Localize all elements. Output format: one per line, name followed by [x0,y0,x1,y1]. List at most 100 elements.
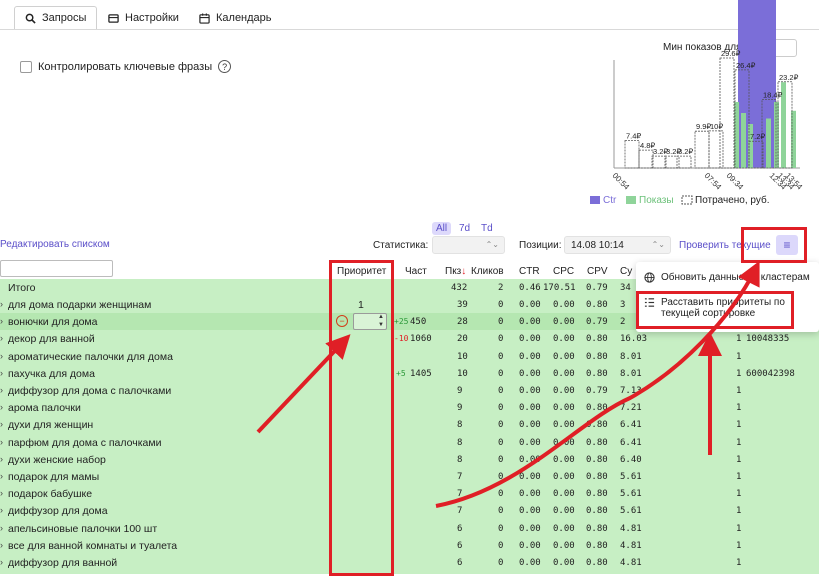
table-row[interactable]: › все для ванной комнаты и туалета 6 0 0.00 0… [0,537,819,554]
row-ctr: 0.00 [519,524,541,534]
expand-chevron-icon[interactable]: › [0,471,3,481]
period-all[interactable]: All [432,222,452,235]
row-cpv: 0.80 [586,403,608,413]
row-sum: 6.41 [620,438,642,448]
expand-chevron-icon[interactable]: › [0,385,3,395]
period-7d[interactable]: 7d [455,222,474,235]
row-clicks: 0 [498,420,504,430]
table-row[interactable]: › ароматические палочки для дома 10 0 0.00 0.… [0,348,819,365]
table-row[interactable]: › диффузор для дома с палочками 9 0 0.00 0.00… [0,382,819,399]
total-sum: 34 [620,283,631,293]
expand-chevron-icon[interactable]: › [0,437,3,447]
sort-desc-icon: ↓ [461,266,467,277]
expand-chevron-icon[interactable]: › [0,316,3,326]
row-ctr: 0.00 [519,455,541,465]
header-ctr[interactable]: CTR [519,266,540,277]
spent-bar [708,130,724,169]
row-shows: 10 [457,369,468,379]
row-keyword: диффузор для дома с палочками [8,385,172,397]
table-row[interactable]: › духи женские набор 8 0 0.00 0.00 0.80 6.40 1 [0,451,819,468]
table-row[interactable]: › подарок бабушке 7 0 0.00 0.00 0.80 5.61 1 [0,485,819,502]
expand-chevron-icon[interactable]: › [0,557,3,567]
row-keyword: парфюм для дома с палочками [8,437,162,449]
table-row[interactable]: › подарок для мамы 7 0 0.00 0.00 0.80 5.61 1 [0,468,819,485]
expand-chevron-icon[interactable]: › [0,540,3,550]
row-shows: 6 [457,524,463,534]
header-cpc[interactable]: CPC [553,266,574,277]
select-chevron-icon: ⌃⌄ [651,240,665,249]
row-clicks: 0 [498,489,504,499]
row-cpv: 0.80 [586,334,608,344]
expand-chevron-icon[interactable]: › [0,402,3,412]
header-cpv[interactable]: CPV [587,266,608,277]
table-row[interactable]: › диффузор для дома 7 0 0.00 0.00 0.80 5.61 1 [0,502,819,519]
annotation-priority-column-box [329,260,394,576]
stats-chart: 7.4₽4.8₽3.2₽3.2₽3.2₽9.9₽10₽29.6₽26.4₽18.… [590,0,805,206]
positions-select[interactable]: 14.08 10:14 ⌃⌄ [564,236,671,254]
expand-chevron-icon[interactable]: › [0,419,3,429]
globe-icon [644,272,655,283]
row-position: 1 [736,386,742,396]
row-keyword: ароматические палочки для дома [8,351,173,363]
period-td[interactable]: Td [477,222,497,235]
row-sum: 6.41 [620,420,642,430]
menu-item-refresh-clusters[interactable]: Обновить данные по кластерам [644,272,810,283]
row-position: 1 [736,558,742,568]
header-clicks[interactable]: Кликов [471,266,504,277]
total-label: Итого [8,282,36,294]
row-clicks: 0 [498,386,504,396]
x-tick-labels: 00:54 07:54 09:34 12:3413:3413:54 [611,171,805,192]
expand-chevron-icon[interactable]: › [0,368,3,378]
row-sum: 5.61 [620,489,642,499]
row-cpc: 0.00 [553,352,575,362]
table-row[interactable]: › духи для женщин 8 0 0.00 0.00 0.80 6.41 1 [0,416,819,433]
header-freq[interactable]: Част [405,266,427,277]
row-sum: 7.21 [620,403,642,413]
expand-chevron-icon[interactable]: › [0,454,3,464]
spent-bar [694,130,710,169]
row-position: 1 [736,438,742,448]
row-freq: 1060 [410,334,432,344]
spent-value-label: 10₽ [710,122,723,131]
row-cpc: 0.00 [553,317,575,327]
row-cpc: 0.00 [553,438,575,448]
spent-bar [651,155,667,169]
expand-chevron-icon[interactable]: › [0,299,3,309]
row-position: 1 [736,420,742,430]
header-shows-label: Пкз [445,266,462,277]
row-sum: 16.03 [620,334,648,344]
row-clicks: 0 [498,369,504,379]
edit-list-link[interactable]: Редактировать списком [0,239,110,250]
row-shows: 7 [457,489,463,499]
table-row[interactable]: › арома палочки 9 0 0.00 0.00 0.80 7.21 1 [0,399,819,416]
total-cpv: 0.79 [586,283,608,293]
header-sum[interactable]: Су [620,266,632,277]
table-row[interactable]: › апельсиновые палочки 100 шт 6 0 0.00 0.00 0.… [0,520,819,537]
table-row[interactable]: › диффузор для ванной 6 0 0.00 0.00 0.80 4.81 1 [0,554,819,571]
header-shows[interactable]: Пкз↓ [445,266,466,277]
legend-spent-swatch [681,195,693,205]
total-ctr: 0.46 [519,283,541,293]
row-sum: 8.01 [620,352,642,362]
row-cpc: 0.00 [553,506,575,516]
expand-chevron-icon[interactable]: › [0,523,3,533]
row-keyword: диффузор для дома [8,505,108,517]
stats-label: Статистика: [373,240,429,251]
row-clicks: 0 [498,352,504,362]
impressions-bar [766,118,771,168]
expand-chevron-icon[interactable]: › [0,333,3,343]
row-cpv: 0.80 [586,352,608,362]
row-shows: 28 [457,317,468,327]
expand-chevron-icon[interactable]: › [0,351,3,361]
stats-select[interactable]: ⌃⌄ [432,236,505,254]
row-clicks: 0 [498,317,504,327]
table-row[interactable]: › декор для ванной -10 1060 20 0 0.00 0.00 0.80 1… [0,330,819,347]
table-row[interactable]: › парфюм для дома с палочками 8 0 0.00 0.00 0.… [0,434,819,451]
legend-impressions-label: Показы [639,195,674,206]
expand-chevron-icon[interactable]: › [0,505,3,515]
table-row[interactable]: › пахучка для дома +5 1405 10 0 0.00 0.00 0.80 8.… [0,365,819,382]
row-sum: 3 [620,300,626,310]
spent-value-label: 3.2₽ [678,147,693,156]
expand-chevron-icon[interactable]: › [0,488,3,498]
row-position: 1 [736,455,742,465]
